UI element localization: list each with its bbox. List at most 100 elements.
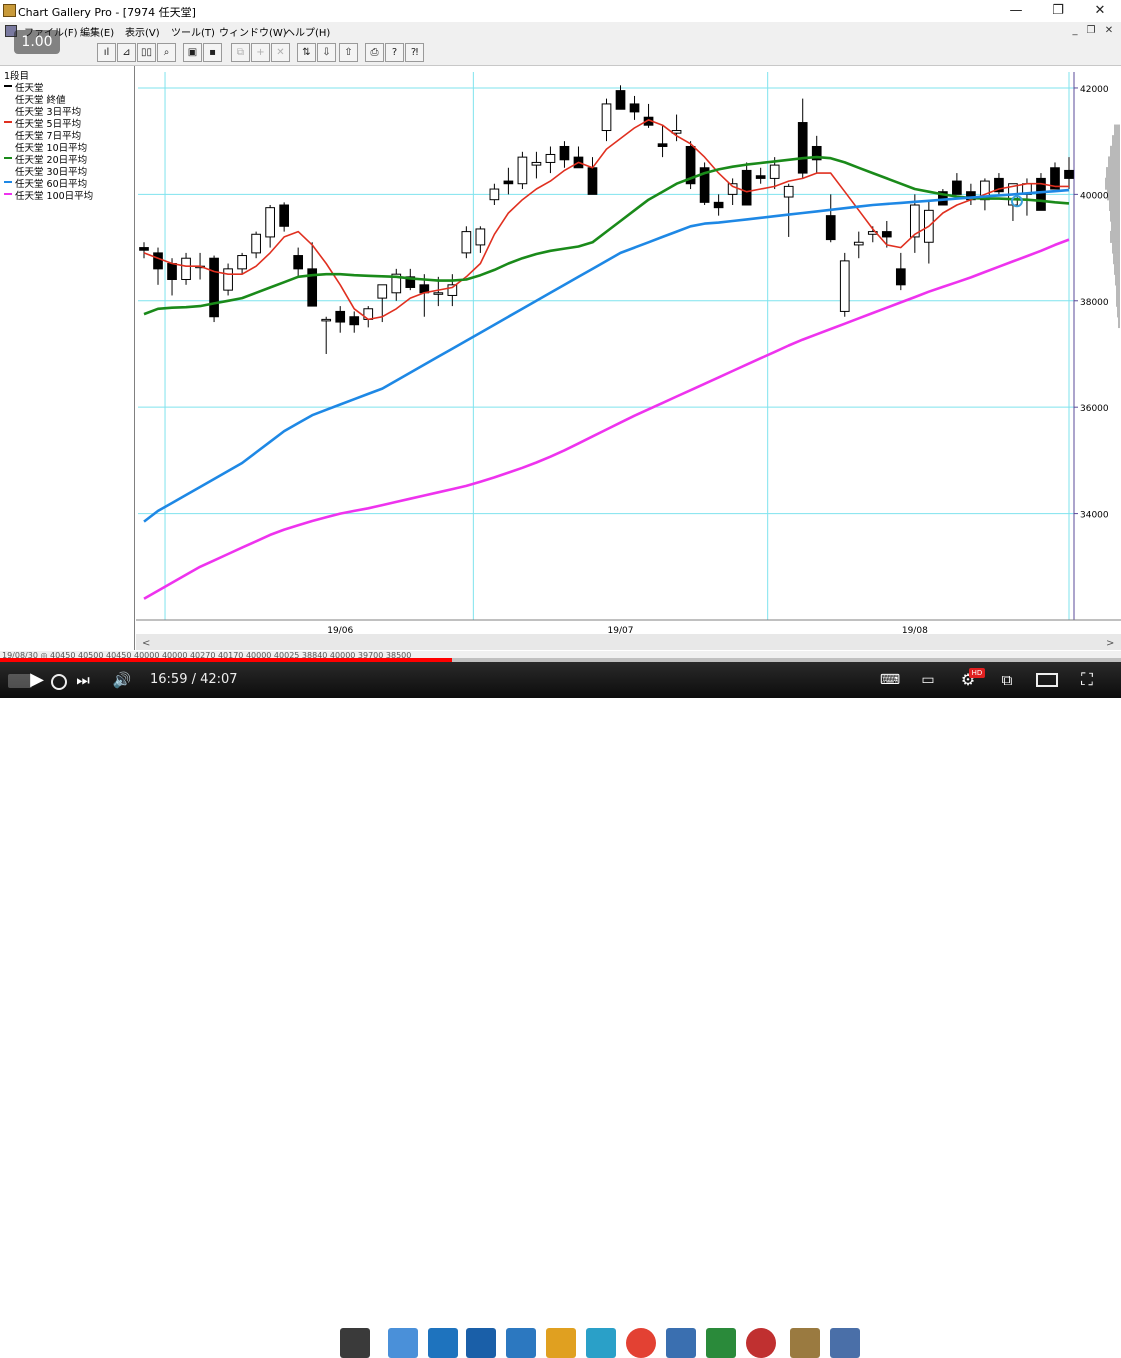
volume-profile-bar xyxy=(1114,124,1120,137)
volume-profile-bar xyxy=(1114,262,1120,275)
help-icon[interactable]: ? xyxy=(385,43,404,62)
legend-swatch xyxy=(4,157,12,159)
scroll-right-arrow[interactable]: > xyxy=(1106,638,1114,649)
theater-mode-icon[interactable] xyxy=(1036,673,1058,687)
player-controls: ▶ ⏭ 🔊 16:59 / 42:07 ⌨ ▭ ⚙ HD ⧉ ⛶ xyxy=(0,662,1121,1358)
candle-up xyxy=(321,318,332,322)
candle-up xyxy=(853,241,864,246)
chart-background xyxy=(136,66,1121,650)
candle-up xyxy=(475,228,486,246)
cortana-icon[interactable] xyxy=(51,674,67,690)
volume-icon[interactable]: 🔊 xyxy=(110,668,134,692)
arrow-up-icon[interactable]: ⇧ xyxy=(339,43,358,62)
candle-up xyxy=(223,268,233,291)
volume-profile-bar xyxy=(1107,188,1120,201)
context-help-icon[interactable]: ⁈ xyxy=(405,43,424,62)
drag-icon[interactable]: ⇅ xyxy=(297,43,316,62)
menu-help[interactable]: ヘルプ(H) xyxy=(285,24,330,39)
candle-up xyxy=(181,257,191,280)
candle-down xyxy=(797,122,808,174)
close-button[interactable]: ✕ xyxy=(1079,0,1121,22)
volume-profile-bar xyxy=(1116,284,1120,297)
app-icon-5[interactable] xyxy=(830,1328,860,1358)
arrow-down-icon[interactable]: ⇩ xyxy=(317,43,336,62)
record-icon[interactable] xyxy=(746,1328,776,1358)
candle-down xyxy=(503,180,514,185)
app-icon-4[interactable] xyxy=(706,1328,736,1358)
title-bar: Chart Gallery Pro - [7974 任天堂] — ❐ ✕ xyxy=(0,0,1121,22)
scroll-left-arrow[interactable]: < xyxy=(142,638,150,649)
candle-down xyxy=(657,143,668,147)
volume-profile-bar xyxy=(1112,135,1120,148)
menu-edit[interactable]: 編集(E) xyxy=(80,24,114,39)
explorer-icon[interactable] xyxy=(546,1328,576,1358)
add-icon[interactable]: + xyxy=(251,43,270,62)
mdi-close-button[interactable]: ✕ xyxy=(1102,24,1116,38)
playback-time: 16:59 / 42:07 xyxy=(150,672,238,687)
candle-up xyxy=(545,153,556,163)
ie-icon[interactable] xyxy=(506,1328,536,1358)
candle-down xyxy=(139,247,149,251)
mdi-minimize-button[interactable]: _ xyxy=(1068,24,1082,38)
candle-up xyxy=(727,183,738,195)
legend-swatch xyxy=(4,181,12,183)
candle-down xyxy=(825,215,836,241)
candle-up xyxy=(265,207,275,238)
fullscreen-icon[interactable]: ⛶ xyxy=(1074,668,1100,692)
candle-down xyxy=(1064,169,1074,179)
legend-item[interactable]: 任天堂 100日平均 xyxy=(15,188,93,202)
volume-profile-bar xyxy=(1115,273,1120,286)
bar-chart-icon[interactable]: ▯▯ xyxy=(137,43,156,62)
app-icon-1[interactable] xyxy=(388,1328,418,1358)
app-icon-3[interactable] xyxy=(666,1328,696,1358)
volume-profile-bar xyxy=(1112,241,1120,254)
window-title: Chart Gallery Pro - [7974 任天堂] xyxy=(18,6,196,19)
legend-swatch xyxy=(4,193,12,195)
edge-icon[interactable] xyxy=(428,1328,458,1358)
restore-button[interactable]: ❐ xyxy=(1037,0,1079,22)
copy-icon[interactable]: ⧉ xyxy=(231,43,250,62)
outlook-icon[interactable] xyxy=(466,1328,496,1358)
chart-area[interactable]: 34000 36000 38000 40000 42000 19/06 19/07 19/08… xyxy=(136,66,1121,650)
miniplayer-icon[interactable]: ⧉ xyxy=(995,668,1019,692)
delete-icon[interactable]: ✕ xyxy=(271,43,290,62)
volume-profile-bar xyxy=(1105,177,1120,190)
candle-down xyxy=(559,145,570,161)
candle-down xyxy=(349,316,360,326)
task-view-icon[interactable] xyxy=(340,1328,370,1358)
print-icon[interactable]: ⎙ xyxy=(365,43,384,62)
taskbar-icons xyxy=(340,1328,880,1358)
subtitles-icon[interactable]: ▭ xyxy=(916,668,940,692)
mdi-restore-button[interactable]: ❐ xyxy=(1084,24,1098,38)
chart-gallery-taskbar-icon[interactable] xyxy=(790,1328,820,1358)
open-folder-icon[interactable]: ▣ xyxy=(183,43,202,62)
menu-view[interactable]: 表示(V) xyxy=(125,24,160,39)
app-icon-2[interactable] xyxy=(586,1328,616,1358)
binoculars-icon[interactable]: ⌕ xyxy=(157,43,176,62)
volume-profile-bar xyxy=(1116,294,1120,307)
volume-profile-bar xyxy=(1118,316,1120,329)
legend-swatch xyxy=(4,85,12,87)
candle-up xyxy=(769,164,780,179)
chrome-icon[interactable] xyxy=(626,1328,656,1358)
volume-profile-bar xyxy=(1110,230,1120,243)
save-disk-icon[interactable]: ▪ xyxy=(203,43,222,62)
candle-down xyxy=(952,180,962,195)
app-icon xyxy=(3,4,16,17)
candlestick-chart[interactable]: 340003600038000400004200019/06 19/07 19/08… xyxy=(136,66,1121,650)
keyboard-icon[interactable]: ⌨ xyxy=(878,668,902,692)
y-tick-label: 40000 xyxy=(1080,191,1109,201)
volume-profile-bar xyxy=(1108,156,1120,169)
candle-chart-icon[interactable]: ıl xyxy=(97,43,116,62)
candle-up xyxy=(601,103,612,132)
candle-up xyxy=(237,255,247,270)
next-button[interactable]: ⏭ xyxy=(72,668,94,692)
candle-down xyxy=(741,169,752,206)
play-button[interactable]: ▶ xyxy=(26,668,48,692)
legend-swatch xyxy=(4,121,12,123)
minimize-button[interactable]: — xyxy=(995,0,1037,22)
candle-up xyxy=(447,284,458,296)
line-chart-icon[interactable]: ⊿ xyxy=(117,43,136,62)
menu-window[interactable]: ウィンドウ(W) xyxy=(219,24,287,39)
menu-tools[interactable]: ツール(T) xyxy=(171,24,215,39)
